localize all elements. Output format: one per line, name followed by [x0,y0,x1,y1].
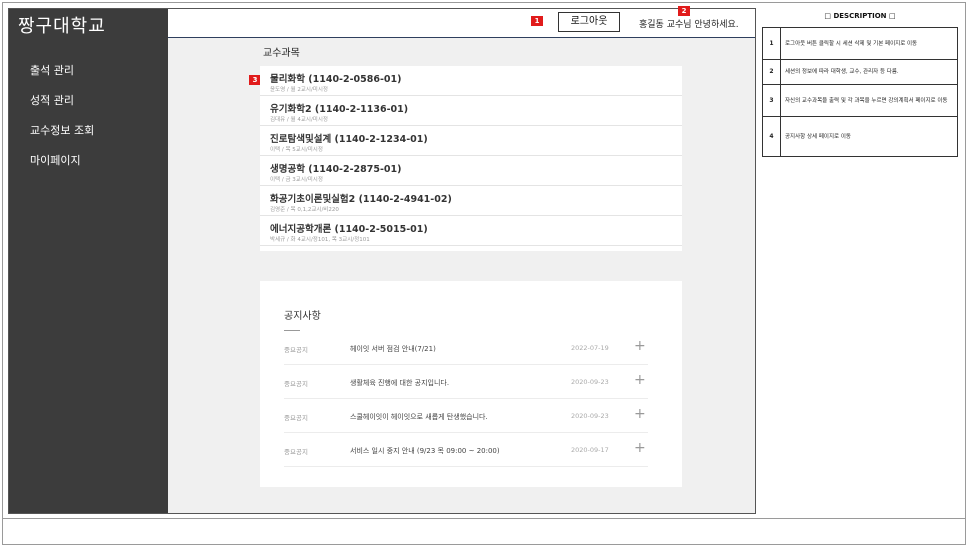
sidebar-item-professor-info[interactable]: 교수정보 조회 [30,124,94,154]
description-number: 4 [762,116,781,157]
notice-date: 2022-07-19 [571,344,609,352]
description-number: 2 [762,59,781,85]
notice-date: 2020-09-23 [571,378,609,386]
notice-text[interactable]: 스쿨헤이잇이 헤이잇으로 새롭게 탄생했습니다. [350,412,488,422]
description-text: 공지사항 상세 페이지로 이동 [780,116,958,157]
course-meta: 이택 / 금 3교시/미시정 [270,177,323,183]
course-title: 유기화학2 (1140-2-1136-01) [270,104,409,115]
sidebar-item-attendance[interactable]: 출석 관리 [30,64,94,94]
notice-title: 공지사항 [284,311,321,322]
sidebar-item-mypage[interactable]: 마이페이지 [30,154,94,184]
description-text: 자신의 교수과목을 출력 및 각 과목을 누르면 강의계획서 페이지로 이동 [780,84,958,117]
courses-section-title: 교수과목 [263,48,300,59]
course-item[interactable]: 진로탐색및설계 (1140-2-1234-01) 이택 / 목 5교시/미시정 [260,126,682,156]
description-number: 1 [762,27,781,60]
course-item[interactable]: 에너지공학개론 (1140-2-5015-01) 박세규 / 화 4교시/정10… [260,216,682,246]
sidebar-menu: 출석 관리 성적 관리 교수정보 조회 마이페이지 [30,64,94,184]
course-title: 생명공학 (1140-2-2875-01) [270,164,402,175]
course-title: 진로탐색및설계 (1140-2-1234-01) [270,134,428,145]
course-title: 화공기초이론및실험2 (1140-2-4941-02) [270,194,452,205]
plus-icon[interactable]: + [634,440,646,456]
course-title: 에너지공학개론 (1140-2-5015-01) [270,224,428,235]
course-item[interactable]: 유기화학2 (1140-2-1136-01) 김대유 / 월 4교시/미시정 [260,96,682,126]
notice-item[interactable]: 중요공지 스쿨헤이잇이 헤이잇으로 새롭게 탄생했습니다. 2020-09-23… [284,400,648,433]
notice-category: 중요공지 [284,346,308,354]
notice-category: 중요공지 [284,414,308,422]
course-title: 물리화학 (1140-2-0586-01) [270,74,402,85]
course-item[interactable]: 화공기초이론및실험2 (1140-2-4941-02) 김영준 / 목 0,1,… [260,186,682,216]
description-text: 세션의 정보에 따라 대학생, 교수, 관리자 등 다름. [780,59,958,85]
course-meta: 김대유 / 월 4교시/미시정 [270,117,328,123]
brand-title: 짱구대학교 [18,16,106,37]
notice-item[interactable]: 중요공지 생활체육 진행에 대한 공지입니다. 2020-09-23 + [284,366,648,399]
course-item[interactable]: 생명공학 (1140-2-2875-01) 이택 / 금 3교시/미시정 [260,156,682,186]
greeting-text: 홍길동 교수님 안녕하세요. [639,20,739,30]
description-row: 1 로그아웃 버튼 클릭할 시 세션 삭제 및 기본 페이지로 이동 [762,27,958,60]
bottom-divider [2,518,966,519]
description-title: □ DESCRIPTION □ [824,12,896,20]
notice-item[interactable]: 중요공지 헤이잇 서버 점검 안내(7/21) 2022-07-19 + [284,332,648,365]
top-bar: 로그아웃 홍길동 교수님 안녕하세요. [168,9,755,38]
notice-panel: 공지사항 중요공지 헤이잇 서버 점검 안내(7/21) 2022-07-19 … [260,281,682,487]
description-number: 3 [762,84,781,117]
course-meta: 윤도영 / 월 2교시/미시정 [270,87,328,93]
course-meta: 김영준 / 목 0,1,2교시/비220 [270,207,339,213]
description-row: 2 세션의 정보에 따라 대학생, 교수, 관리자 등 다름. [762,59,958,85]
sidebar-item-grades[interactable]: 성적 관리 [30,94,94,124]
notice-date: 2020-09-17 [571,446,609,454]
notice-title-underline [284,330,300,331]
course-list: 물리화학 (1140-2-0586-01) 윤도영 / 월 2교시/미시정 유기… [260,66,682,251]
callout-badge-1: 1 [531,16,543,26]
plus-icon[interactable]: + [634,406,646,422]
description-text: 로그아웃 버튼 클릭할 시 세션 삭제 및 기본 페이지로 이동 [780,27,958,60]
notice-text[interactable]: 헤이잇 서버 점검 안내(7/21) [350,344,436,354]
notice-item[interactable]: 중요공지 서비스 일시 중지 안내 (9/23 목 09:00 ~ 20:00)… [284,434,648,467]
description-row: 4 공지사항 상세 페이지로 이동 [762,116,958,157]
course-item[interactable]: 물리화학 (1140-2-0586-01) 윤도영 / 월 2교시/미시정 [260,66,682,96]
sidebar: 짱구대학교 출석 관리 성적 관리 교수정보 조회 마이페이지 [9,9,168,513]
notice-category: 중요공지 [284,448,308,456]
course-meta: 박세규 / 화 4교시/정101, 목 3교시/정101 [270,237,370,243]
notice-date: 2020-09-23 [571,412,609,420]
logout-button[interactable]: 로그아웃 [558,12,620,32]
callout-badge-2: 2 [678,6,690,16]
description-table: 1 로그아웃 버튼 클릭할 시 세션 삭제 및 기본 페이지로 이동 2 세션의… [762,27,958,157]
notice-category: 중요공지 [284,380,308,388]
plus-icon[interactable]: + [634,372,646,388]
description-row: 3 자신의 교수과목을 출력 및 각 과목을 누르면 강의계획서 페이지로 이동 [762,84,958,117]
plus-icon[interactable]: + [634,338,646,354]
notice-text[interactable]: 서비스 일시 중지 안내 (9/23 목 09:00 ~ 20:00) [350,446,500,456]
course-meta: 이택 / 목 5교시/미시정 [270,147,323,153]
notice-text[interactable]: 생활체육 진행에 대한 공지입니다. [350,378,449,388]
